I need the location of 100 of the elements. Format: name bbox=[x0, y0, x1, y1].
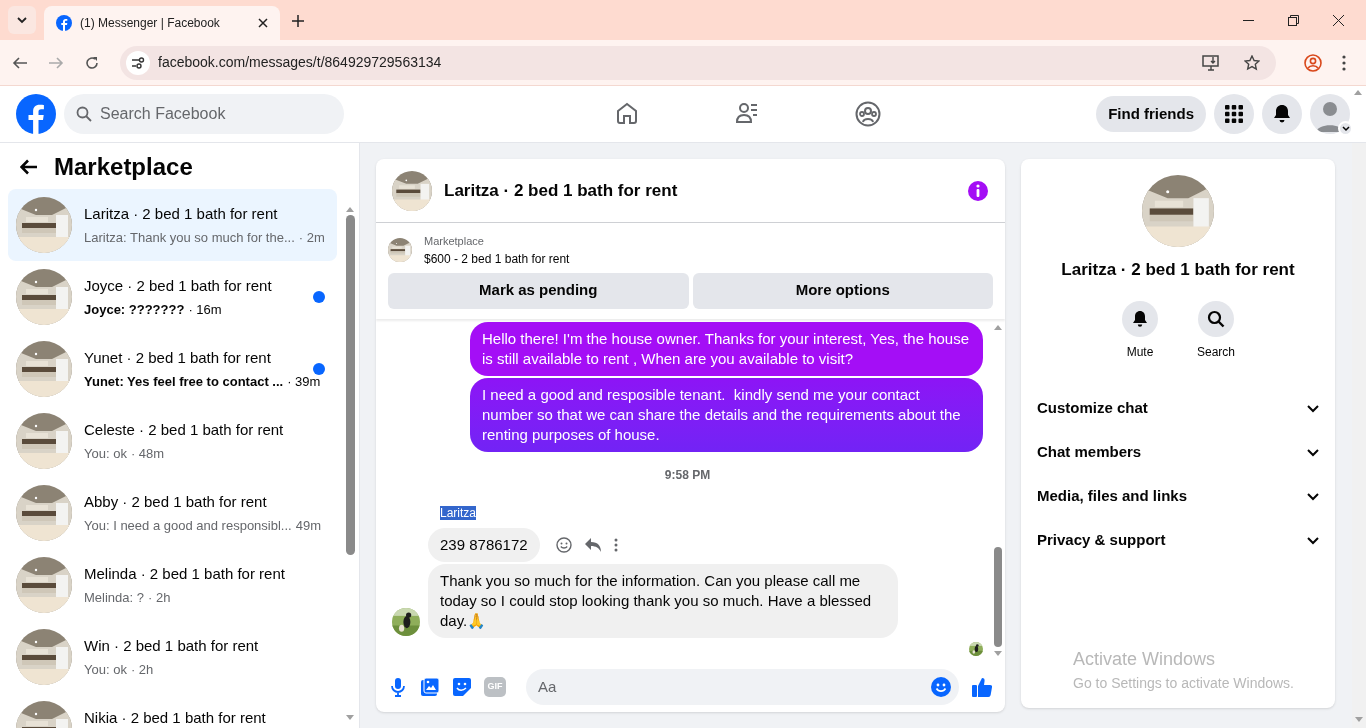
chevron-down-icon bbox=[1307, 536, 1319, 545]
message-time: · 16m bbox=[188, 300, 222, 319]
site-settings-icon[interactable] bbox=[131, 55, 145, 70]
home-icon[interactable] bbox=[615, 101, 640, 125]
search-icon bbox=[76, 106, 92, 122]
groups-icon[interactable] bbox=[855, 101, 882, 127]
emoji-icon[interactable] bbox=[931, 677, 951, 697]
menu-button[interactable] bbox=[1214, 94, 1254, 134]
tab-title: (1) Messenger | Facebook bbox=[80, 15, 221, 32]
conversation-item[interactable]: Nikia · 2 bed 1 bath for rent bbox=[8, 693, 337, 728]
conversation-item[interactable]: Laritza · 2 bed 1 bath for rent Laritza: Thank you so much for the... · 2m bbox=[8, 189, 337, 261]
tab-search-button[interactable] bbox=[8, 6, 36, 34]
conversation-title: Joyce · 2 bed 1 bath for rent bbox=[84, 276, 273, 296]
restore-icon[interactable] bbox=[1288, 15, 1299, 26]
message-time: · 2m bbox=[298, 228, 325, 247]
bell-icon bbox=[1132, 309, 1148, 328]
chevron-down-icon bbox=[1307, 404, 1319, 413]
reply-icon[interactable] bbox=[583, 537, 602, 553]
url-text: facebook.com/messages/t/864929729563134 bbox=[158, 53, 443, 72]
conversation-title: Laritza · 2 bed 1 bath for rent bbox=[84, 204, 279, 224]
chat-title: Laritza · 2 bed 1 bath for rent bbox=[444, 179, 679, 202]
conversation-item[interactable]: Win · 2 bed 1 bath for rent You: ok · 2h bbox=[8, 621, 337, 693]
conversation-title: Nikia · 2 bed 1 bath for rent bbox=[84, 708, 267, 728]
message-preview: Yunet: Yes feel free to contact ... bbox=[84, 372, 284, 391]
received-message: Thank you so much for the information. Can you please call me today so I could stop looking thank you so much. Have a blessed day.🙏 bbox=[428, 564, 898, 638]
close-icon[interactable] bbox=[258, 18, 268, 28]
back-arrow-icon[interactable] bbox=[20, 159, 38, 175]
photo-icon[interactable] bbox=[420, 677, 440, 697]
message-time: 49m bbox=[295, 516, 321, 535]
info-icon[interactable] bbox=[967, 179, 989, 202]
new-tab-icon[interactable] bbox=[292, 15, 304, 27]
find-friends-button[interactable]: Find friends bbox=[1096, 96, 1206, 132]
grid-menu-icon bbox=[1225, 105, 1243, 123]
facebook-logo-icon[interactable] bbox=[16, 94, 56, 134]
message-field[interactable]: Aa bbox=[526, 669, 959, 705]
activation-notice-text: Go to Settings to activate Windows. bbox=[1073, 674, 1295, 693]
section-row[interactable]: Media, files and links bbox=[1021, 474, 1335, 519]
scrollbar-thumb[interactable] bbox=[345, 215, 355, 555]
chevron-down-icon bbox=[16, 14, 28, 26]
sent-message: I need a good and resposible tenant. kindly send me your contact number so that we can share the details and the requirements about the renting purposes of house. bbox=[470, 378, 983, 452]
friends-icon[interactable] bbox=[735, 101, 760, 125]
section-row[interactable]: Chat members bbox=[1021, 430, 1335, 475]
notifications-button[interactable] bbox=[1262, 94, 1302, 134]
conversation-item[interactable]: Abby · 2 bed 1 bath for rent You: I need a good and responsibl... 49m bbox=[8, 477, 337, 549]
microphone-icon[interactable] bbox=[388, 677, 408, 697]
like-icon[interactable] bbox=[971, 676, 993, 698]
message-time: · 48m bbox=[130, 444, 165, 463]
close-icon[interactable] bbox=[1333, 15, 1344, 26]
sent-message: Hello there! I'm the house owner. Thanks for your interest, Yes, the house is still available to rent , When are you available to visit? bbox=[470, 322, 983, 376]
bell-icon bbox=[1273, 104, 1291, 124]
conversation-title: Melinda · 2 bed 1 bath for rent bbox=[84, 564, 286, 584]
search-input[interactable]: Search Facebook bbox=[100, 102, 320, 126]
message-input[interactable]: Aa bbox=[538, 675, 931, 699]
message-preview: Joyce: ??????? bbox=[84, 300, 185, 319]
message-timestamp: 9:58 PM bbox=[664, 467, 711, 484]
facebook-logo-icon bbox=[56, 15, 72, 31]
message-preview: You: I need a good and responsibl... bbox=[84, 516, 292, 535]
section-row[interactable]: Privacy & support bbox=[1021, 518, 1335, 563]
profile-icon[interactable] bbox=[1304, 53, 1322, 72]
sticker-icon[interactable] bbox=[452, 677, 472, 697]
search-button[interactable] bbox=[1198, 300, 1234, 337]
section-row[interactable]: Customize chat bbox=[1021, 386, 1335, 431]
chevron-down-icon bbox=[1307, 448, 1319, 457]
message-preview: You: ok bbox=[84, 444, 127, 463]
conversation-item[interactable]: Joyce · 2 bed 1 bath for rent Joyce: ??????? · 16m bbox=[8, 261, 337, 333]
browser-tab[interactable]: (1) Messenger | Facebook bbox=[44, 6, 280, 40]
reload-icon[interactable] bbox=[84, 54, 100, 71]
conversation-item[interactable]: Yunet · 2 bed 1 bath for rent Yunet: Yes feel free to contact ... · 39m bbox=[8, 333, 337, 405]
sidebar-title: Marketplace bbox=[54, 152, 193, 182]
action-button[interactable]: More options bbox=[692, 272, 993, 309]
action-button[interactable]: Mark as pending bbox=[388, 272, 689, 309]
search-icon bbox=[1207, 309, 1225, 328]
scrollbar-thumb[interactable] bbox=[994, 547, 1002, 647]
conversation-title: Win · 2 bed 1 bath for rent bbox=[84, 636, 260, 656]
listing-label: Marketplace bbox=[424, 234, 485, 249]
chevron-down-icon bbox=[1307, 492, 1319, 501]
conversation-title: Yunet · 2 bed 1 bath for rent bbox=[84, 348, 272, 368]
contact-name: Laritza · 2 bed 1 bath for rent bbox=[1061, 259, 1295, 281]
more-icon[interactable] bbox=[613, 538, 618, 552]
back-icon[interactable] bbox=[12, 54, 28, 71]
message-time: · 2h bbox=[148, 588, 171, 607]
conversation-title: Abby · 2 bed 1 bath for rent bbox=[84, 492, 268, 512]
conversation-title: Celeste · 2 bed 1 bath for rent bbox=[84, 420, 285, 440]
address-bar[interactable]: facebook.com/messages/t/864929729563134 bbox=[120, 45, 1276, 80]
mute-button[interactable] bbox=[1122, 300, 1158, 337]
search-field[interactable]: Search Facebook bbox=[64, 94, 344, 134]
chevron-down-icon bbox=[1341, 125, 1350, 132]
message-time: · 2h bbox=[130, 660, 154, 679]
listing-title: $600 - 2 bed 1 bath for rent bbox=[424, 250, 570, 268]
conversation-item[interactable]: Melinda · 2 bed 1 bath for rent Melinda: ? · 2h bbox=[8, 549, 337, 621]
action-label: Mute bbox=[1126, 343, 1154, 361]
install-app-icon[interactable] bbox=[1202, 54, 1220, 71]
menu-icon[interactable] bbox=[1342, 54, 1346, 71]
emoji-icon[interactable] bbox=[555, 537, 572, 553]
account-avatar[interactable] bbox=[1310, 94, 1350, 134]
conversation-item[interactable]: Celeste · 2 bed 1 bath for rent You: ok · 48m bbox=[8, 405, 337, 477]
message-preview: Laritza: Thank you so much for the... bbox=[84, 228, 295, 247]
star-icon[interactable] bbox=[1244, 54, 1260, 71]
received-message: 239 8786172 bbox=[428, 528, 540, 562]
activation-notice-title: Activate Windows bbox=[1073, 648, 1217, 671]
